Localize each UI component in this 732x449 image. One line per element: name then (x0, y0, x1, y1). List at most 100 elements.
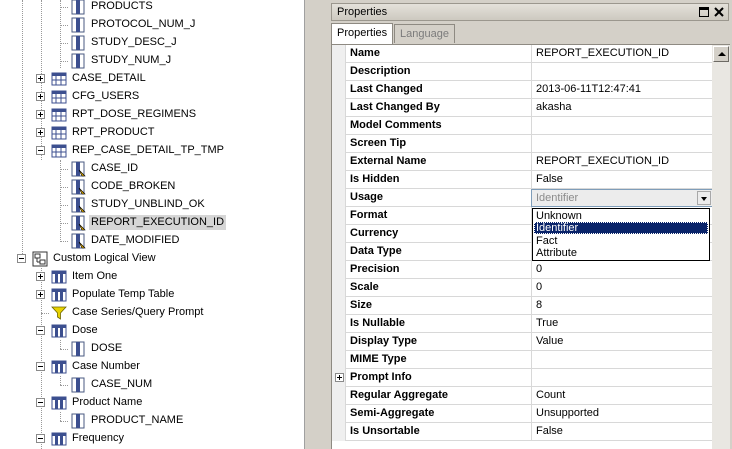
property-row[interactable]: Name REPORT_EXECUTION_ID (332, 45, 713, 63)
row-gutter (332, 243, 346, 261)
property-name: Display Type (350, 335, 418, 347)
maximize-icon[interactable] (698, 6, 710, 18)
property-row[interactable]: Semi-Aggregate Unsupported (332, 405, 713, 423)
tree-node[interactable]: Frequency (0, 430, 304, 448)
tab-language[interactable]: Language (394, 24, 455, 43)
tree-node[interactable]: Custom Logical View (0, 250, 304, 268)
tree-node[interactable]: CODE_BROKEN (0, 178, 304, 196)
scroll-up-icon[interactable] (713, 46, 729, 62)
property-row[interactable]: Screen Tip (332, 135, 713, 153)
property-value[interactable]: False (531, 171, 713, 189)
property-row[interactable]: External Name REPORT_EXECUTION_ID (332, 153, 713, 171)
tree-node[interactable]: REP_CASE_DETAIL_TP_TMP (0, 142, 304, 160)
expand-icon[interactable] (36, 290, 45, 299)
expand-icon[interactable] (335, 373, 344, 382)
property-row[interactable]: Description (332, 63, 713, 81)
property-value[interactable] (531, 351, 713, 369)
usage-combobox[interactable]: Identifier (531, 189, 713, 207)
model-tree[interactable]: PRODUCTS PROTOCOL_NUM_J STUDY_DESC_J STU… (0, 0, 304, 449)
property-row[interactable]: Precision 0 (332, 261, 713, 279)
property-value[interactable]: Unsupported (531, 405, 713, 423)
collapse-icon[interactable] (36, 434, 45, 443)
property-row[interactable]: Last Changed By akasha (332, 99, 713, 117)
expand-icon[interactable] (36, 128, 45, 137)
usage-option-unknown[interactable]: Unknown (534, 210, 708, 222)
property-row[interactable]: Last Changed 2013-06-11T12:47:41 (332, 81, 713, 99)
property-row[interactable]: Is Nullable True (332, 315, 713, 333)
property-row[interactable]: Size 8 (332, 297, 713, 315)
collapse-icon[interactable] (36, 398, 45, 407)
tree-node[interactable]: CASE_DETAIL (0, 70, 304, 88)
property-row[interactable]: Model Comments (332, 117, 713, 135)
usage-dropdown-list[interactable]: Unknown Identifier Fact Attribute (532, 208, 710, 261)
item-icon (51, 396, 67, 410)
tree-node[interactable]: STUDY_UNBLIND_OK (0, 196, 304, 214)
property-value[interactable] (531, 117, 713, 135)
property-value[interactable]: 8 (531, 297, 713, 315)
tree-node[interactable]: RPT_PRODUCT (0, 124, 304, 142)
tree-node[interactable]: STUDY_NUM_J (0, 52, 304, 70)
property-row[interactable]: Is Unsortable False (332, 423, 713, 441)
property-value[interactable]: 2013-06-11T12:47:41 (531, 81, 713, 99)
property-value[interactable]: REPORT_EXECUTION_ID (531, 45, 713, 63)
tree-node[interactable]: CASE_ID (0, 160, 304, 178)
tree-node[interactable]: CASE_NUM (0, 376, 304, 394)
property-value[interactable] (531, 63, 713, 81)
row-gutter (332, 171, 346, 189)
collapse-icon[interactable] (36, 146, 45, 155)
property-value[interactable]: REPORT_EXECUTION_ID (531, 153, 713, 171)
property-value[interactable]: Value (531, 333, 713, 351)
tree-node[interactable]: CFG_USERS (0, 88, 304, 106)
property-value[interactable]: False (531, 423, 713, 441)
tree-node[interactable]: Populate Temp Table (0, 286, 304, 304)
item-icon (51, 270, 67, 284)
tree-node[interactable]: PRODUCT_NAME (0, 412, 304, 430)
tree-node[interactable]: PROTOCOL_NUM_J (0, 16, 304, 34)
expand-icon[interactable] (36, 74, 45, 83)
tree-node[interactable]: Product Name (0, 394, 304, 412)
tree-node[interactable]: RPT_DOSE_REGIMENS (0, 106, 304, 124)
tree-node[interactable]: Case Number (0, 358, 304, 376)
tree-node[interactable]: PRODUCTS (0, 0, 304, 16)
property-row[interactable]: Scale 0 (332, 279, 713, 297)
chevron-down-icon[interactable] (697, 191, 711, 205)
property-name: Regular Aggregate (350, 389, 449, 401)
collapse-icon[interactable] (36, 326, 45, 335)
close-icon[interactable] (713, 6, 725, 18)
tree-node[interactable]: Dose (0, 322, 304, 340)
property-row[interactable]: Is Hidden False (332, 171, 713, 189)
tree-node[interactable]: STUDY_DESC_J (0, 34, 304, 52)
tree-node[interactable]: DOSE (0, 340, 304, 358)
property-value[interactable] (531, 369, 713, 387)
property-name: Is Unsortable (350, 425, 420, 437)
property-value[interactable]: 0 (531, 279, 713, 297)
property-value[interactable]: True (531, 315, 713, 333)
row-gutter (332, 81, 346, 99)
property-row-usage[interactable]: Usage Identifier (332, 189, 713, 207)
collapse-icon[interactable] (17, 254, 26, 263)
property-row[interactable]: Regular Aggregate Count (332, 387, 713, 405)
tree-node-label: CASE_NUM (91, 378, 153, 390)
property-row-prompt-info[interactable]: Prompt Info (332, 369, 713, 387)
vertical-scrollbar[interactable] (712, 44, 730, 449)
expand-icon[interactable] (36, 110, 45, 119)
usage-option-identifier[interactable]: Identifier (534, 222, 708, 234)
property-value[interactable]: akasha (531, 99, 713, 117)
tree-node[interactable]: Item One (0, 268, 304, 286)
expand-icon[interactable] (36, 92, 45, 101)
property-row[interactable]: Display Type Value (332, 333, 713, 351)
usage-option-fact[interactable]: Fact (534, 235, 708, 247)
tree-node-selected[interactable]: REPORT_EXECUTION_ID (0, 214, 304, 232)
usage-option-attribute[interactable]: Attribute (534, 247, 708, 259)
key-column-icon (71, 233, 86, 249)
property-value[interactable] (531, 135, 713, 153)
collapse-icon[interactable] (36, 362, 45, 371)
tree-node[interactable]: Case Series/Query Prompt (0, 304, 304, 322)
tree-node[interactable]: DATE_MODIFIED (0, 232, 304, 250)
property-value[interactable]: 0 (531, 261, 713, 279)
splitter[interactable] (304, 0, 329, 449)
property-row[interactable]: MIME Type (332, 351, 713, 369)
tab-properties[interactable]: Properties (331, 23, 394, 44)
expand-icon[interactable] (36, 272, 45, 281)
property-value[interactable]: Count (531, 387, 713, 405)
